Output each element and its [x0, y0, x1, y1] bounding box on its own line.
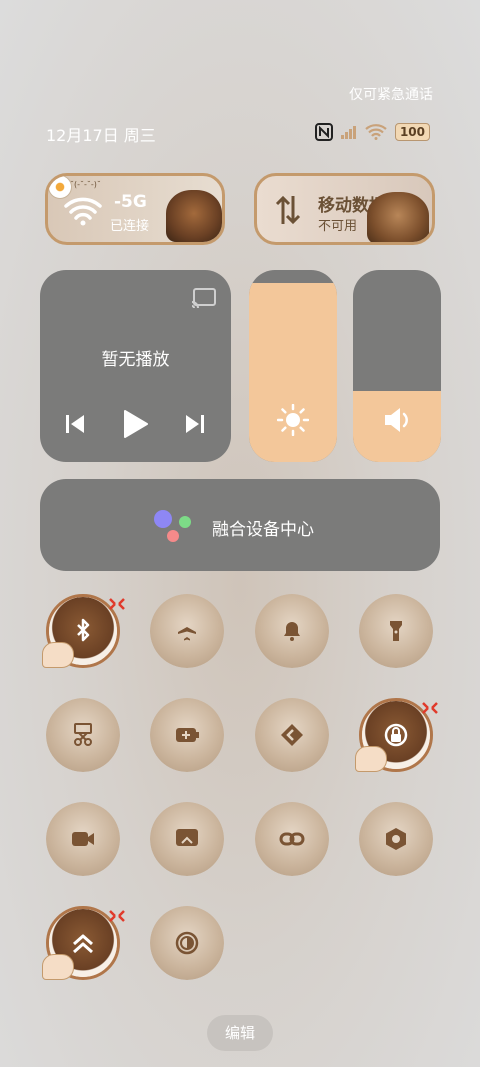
contrast-icon [175, 931, 199, 955]
double-chevron-up-icon [73, 934, 93, 954]
toggle-circle [150, 594, 224, 668]
speaker-icon [385, 408, 408, 432]
toggle-bluetooth[interactable] [42, 594, 125, 670]
toggle-rotation-lock[interactable] [355, 698, 438, 774]
toggle-battery-saver[interactable] [150, 698, 226, 774]
previous-icon[interactable] [65, 414, 85, 434]
battery-plus-icon [176, 728, 199, 742]
toggle-circle [359, 594, 433, 668]
nfc-icon [314, 123, 333, 141]
toggle-settings[interactable] [359, 802, 435, 878]
toggle-circle [150, 906, 224, 980]
toggle-screenshot[interactable] [46, 698, 122, 774]
toggle-circle [255, 594, 329, 668]
wifi-band-label: -5G [114, 192, 147, 212]
toggle-circle [46, 698, 120, 772]
toggle-circle [150, 802, 224, 876]
wifi-tile[interactable]: ˘(-˘-˘-)˘ -5G 已连接 MI [45, 173, 225, 245]
toggle-circle [359, 802, 433, 876]
media-player-card[interactable]: 暂无播放 [40, 270, 231, 462]
kaomoji-text: ˘(-˘-˘-)˘ [70, 180, 101, 189]
toggle-hotspot-link[interactable] [255, 802, 331, 878]
status-icons: 100 [314, 123, 430, 141]
rotation-lock-icon [384, 723, 408, 747]
wifi-icon [365, 124, 387, 140]
mobile-data-tile[interactable]: 移动数据 不可用 [254, 173, 435, 245]
toggle-circle [46, 802, 120, 876]
mobile-data-status: 不可用 [318, 219, 358, 234]
toggle-airplane-mode[interactable] [150, 594, 226, 670]
emergency-call-text: 仅可紧急通话 [349, 87, 433, 103]
fusion-device-center[interactable]: 融合设备中心 [40, 479, 440, 571]
link-icon [279, 832, 305, 846]
fusion-label: 融合设备中心 [212, 520, 314, 540]
pointing-hand-icon [355, 746, 387, 772]
toggle-location[interactable] [255, 698, 331, 774]
toggle-dark-mode[interactable] [150, 906, 226, 982]
signal-icon [340, 126, 356, 139]
location-arrow-icon [281, 724, 303, 746]
next-icon[interactable] [185, 414, 205, 434]
toggle-circle [255, 698, 329, 772]
wifi-icon [64, 197, 102, 226]
toggle-screen-record[interactable] [46, 802, 122, 878]
toggle-performance-mode[interactable] [42, 906, 125, 982]
toggle-do-not-disturb[interactable] [255, 594, 331, 670]
toggle-flashlight[interactable] [359, 594, 435, 670]
dog-avatar [166, 190, 222, 242]
cast-icon[interactable] [191, 288, 217, 310]
brightness-slider[interactable] [249, 270, 337, 462]
anger-mark-icon [108, 596, 126, 610]
play-icon[interactable] [123, 409, 149, 439]
volume-slider[interactable] [353, 270, 441, 462]
hexagon-gear-icon [386, 828, 406, 850]
sun-icon [277, 404, 309, 436]
edit-button[interactable]: 编辑 [207, 1015, 273, 1051]
cast-screen-icon [176, 829, 198, 846]
flashlight-icon [390, 621, 402, 641]
pointing-hand-icon [42, 954, 74, 980]
video-camera-icon [72, 832, 94, 846]
device-hub-icon [154, 510, 191, 542]
date-text: 12月17日 周三 [46, 126, 156, 145]
data-transfer-icon [275, 195, 301, 225]
bluetooth-icon [77, 618, 90, 642]
toggle-circle [255, 802, 329, 876]
dog-avatar [367, 192, 429, 242]
toggle-cast[interactable] [150, 802, 226, 878]
scissors-icon [74, 723, 92, 746]
airplane-icon [178, 620, 196, 641]
battery-icon: 100 [394, 123, 430, 141]
pointing-hand-icon [42, 642, 74, 668]
toggle-circle [150, 698, 224, 772]
wifi-status-label: 已连接 [110, 219, 150, 234]
bell-icon [284, 622, 300, 641]
anger-mark-icon [421, 700, 439, 714]
media-title: 暂无播放 [101, 350, 170, 370]
anger-mark-icon [108, 908, 126, 922]
